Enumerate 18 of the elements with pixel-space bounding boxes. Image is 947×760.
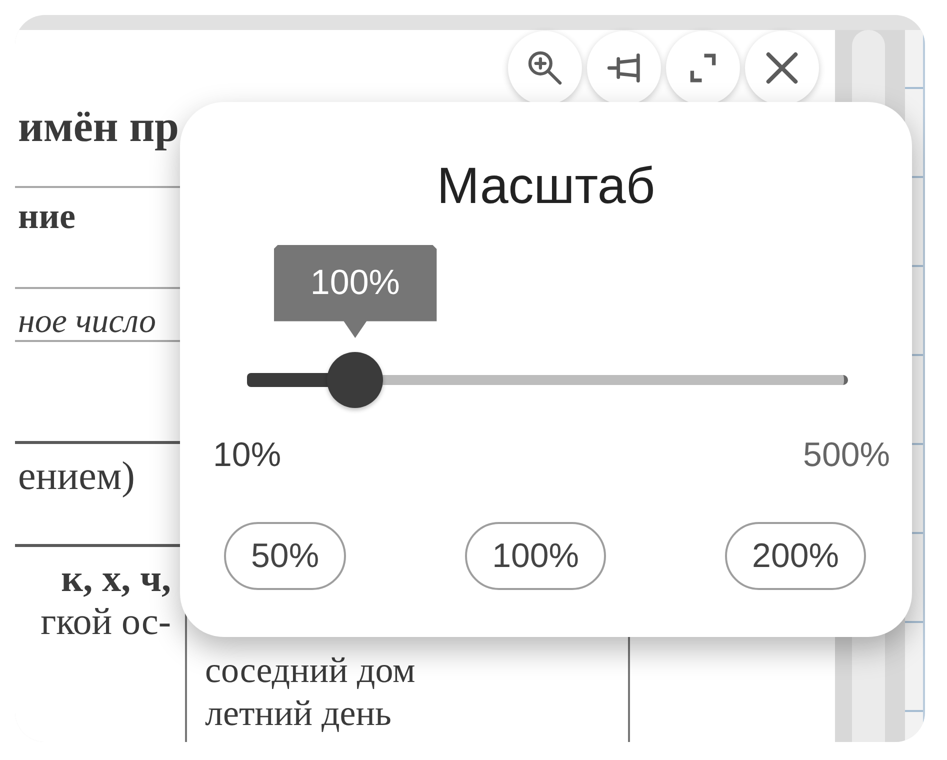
min-label: 10% <box>213 435 282 476</box>
value-tooltip: 100% <box>274 245 437 338</box>
heading-text: имён пр <box>17 103 180 151</box>
zoom-preset-button[interactable]: 200% <box>725 522 866 590</box>
example-phrase: летний день <box>205 692 392 735</box>
slider-thumb[interactable] <box>327 352 384 408</box>
zoom-in-icon <box>528 51 562 85</box>
dialog-title: Масштаб <box>436 156 656 216</box>
table-cell-text: к, х, ч, гкой ос- <box>40 558 171 644</box>
example-text: ное число <box>17 304 156 340</box>
column-header: ние <box>17 198 76 234</box>
example-phrase: соседний дом <box>205 649 416 692</box>
zoom-preset-button[interactable]: 50% <box>224 522 346 590</box>
note-text: ением) <box>17 456 135 496</box>
zoom-preset-button[interactable]: 100% <box>465 522 606 590</box>
close-icon <box>765 51 799 85</box>
max-label: 500% <box>803 435 890 476</box>
pin-icon <box>607 51 641 85</box>
